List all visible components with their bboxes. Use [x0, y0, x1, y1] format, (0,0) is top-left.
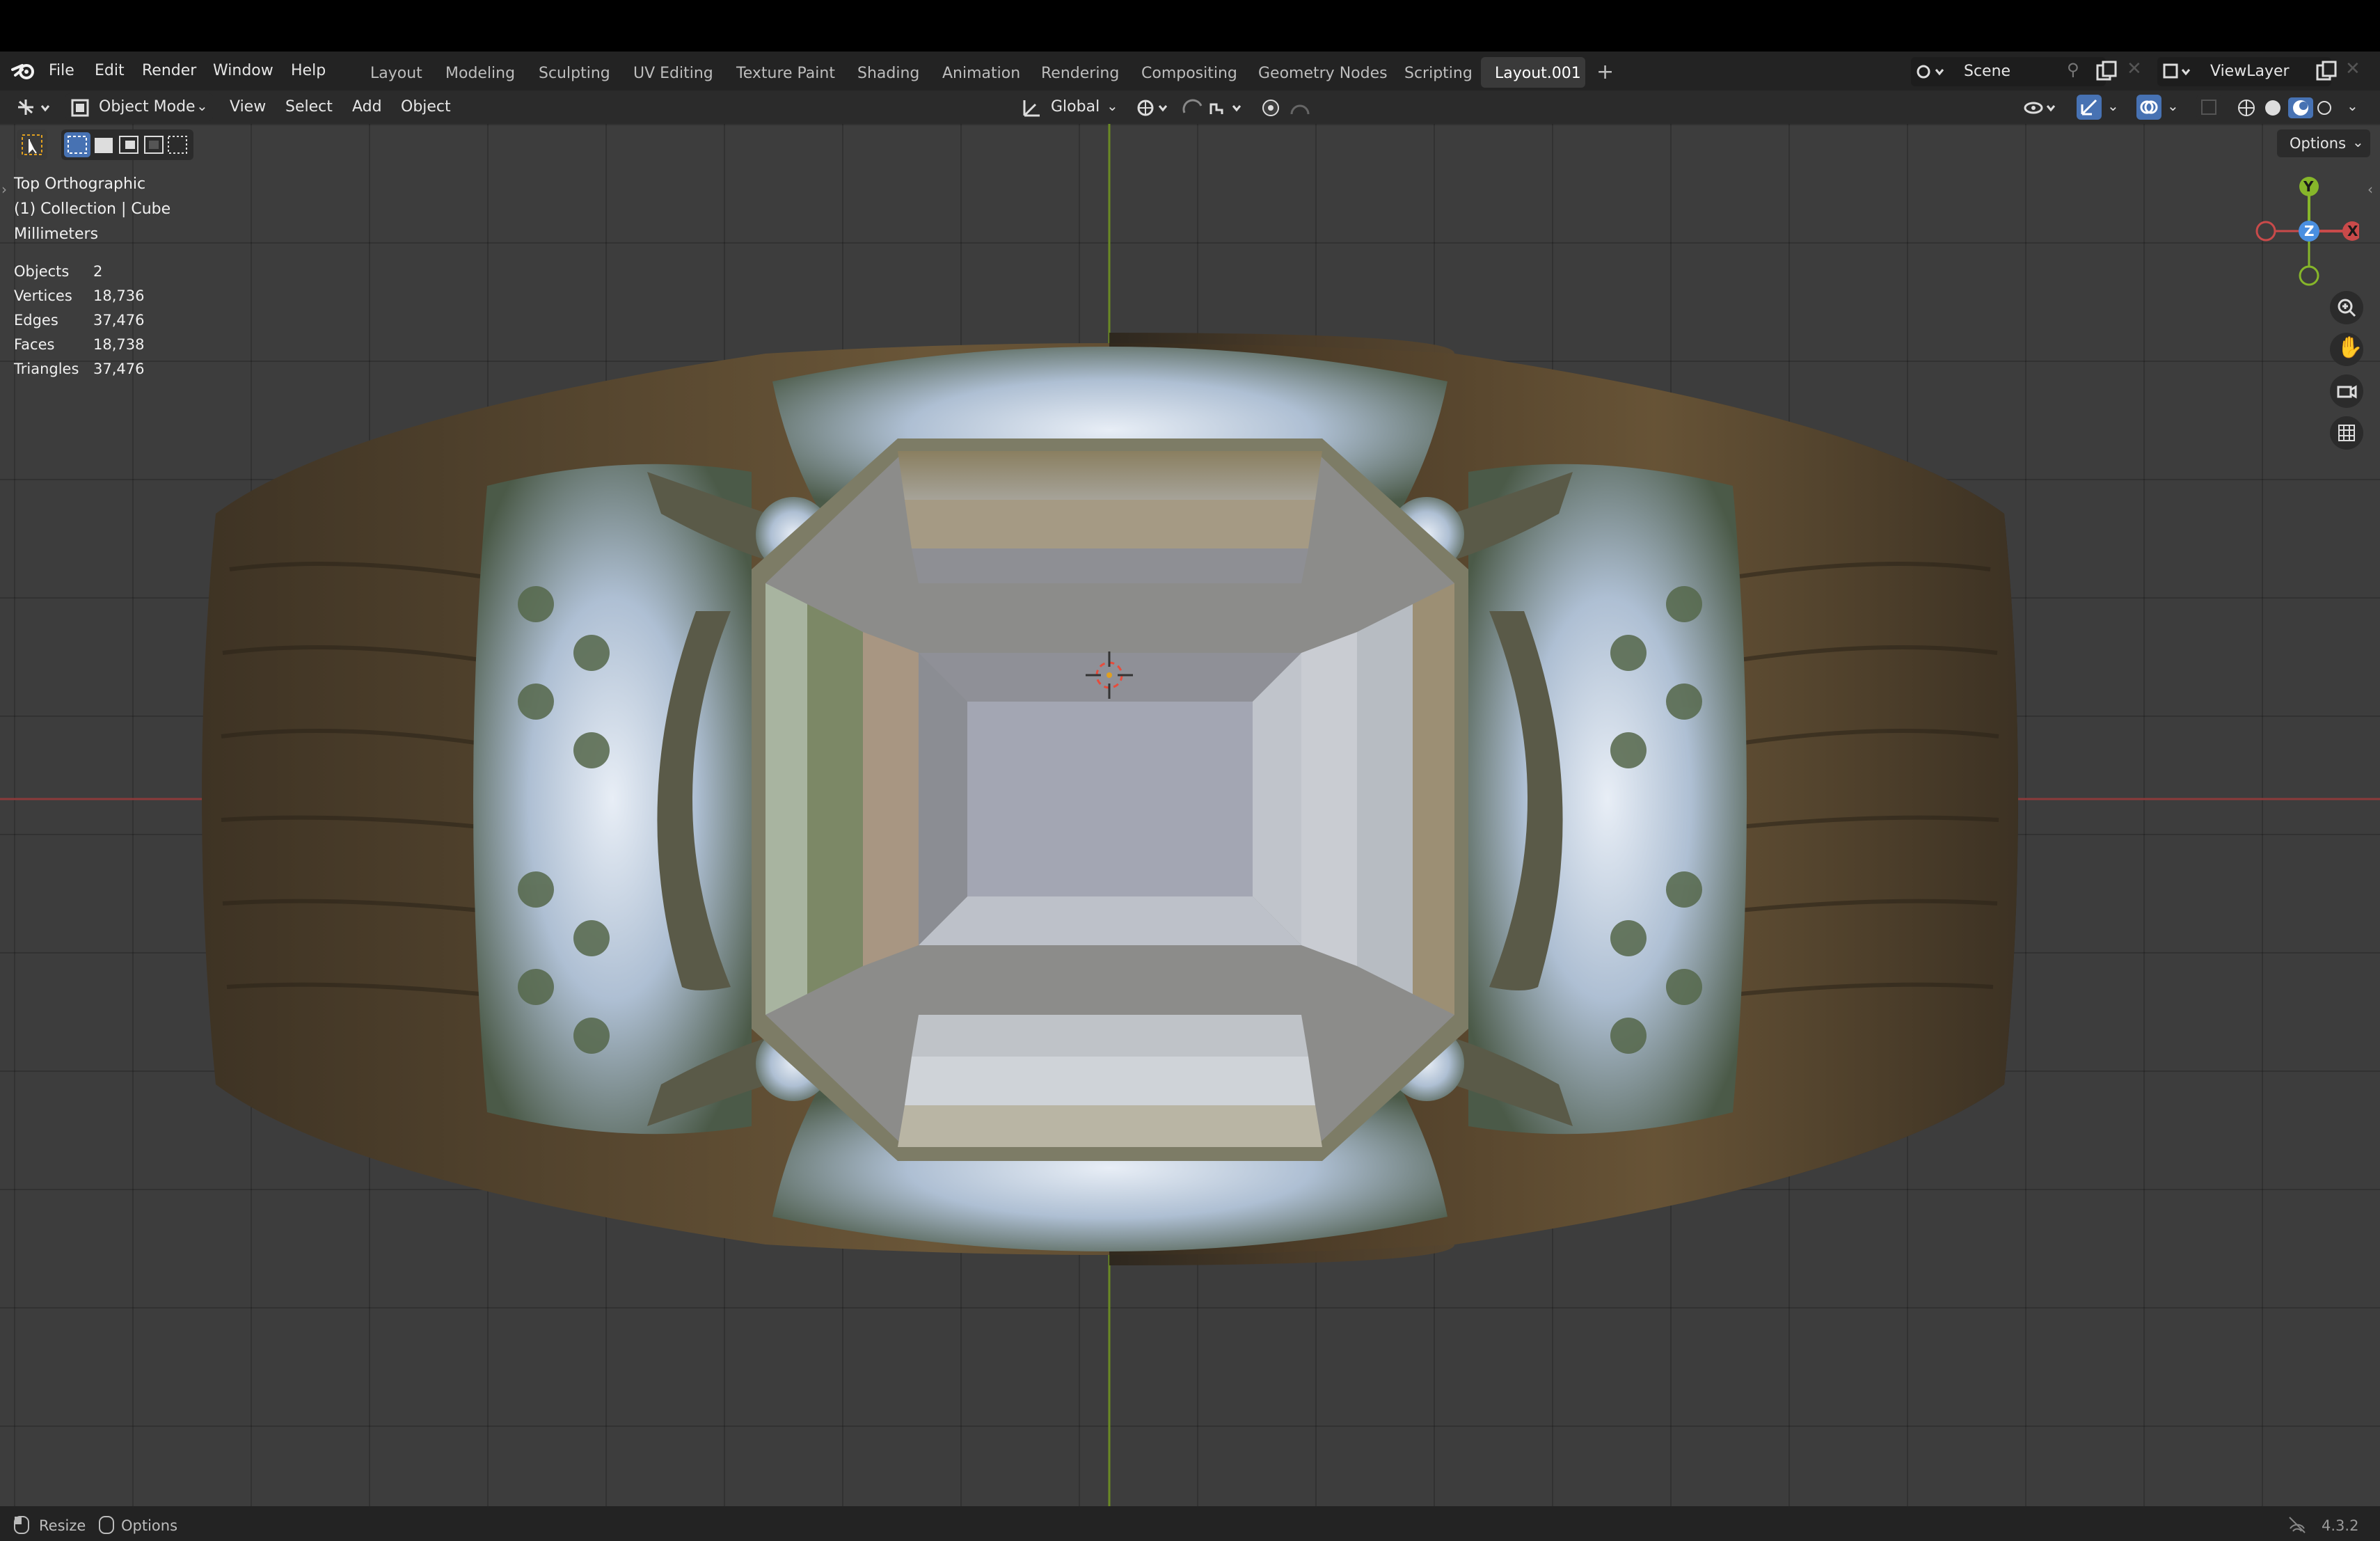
chevron-down-icon[interactable]: ⌄ — [2347, 97, 2358, 114]
grid-icon — [2338, 425, 2355, 441]
stat-value: 37,476 — [93, 361, 145, 377]
tab-rendering[interactable]: Rendering — [1041, 65, 1119, 82]
viewlayer-icon[interactable] — [2161, 61, 2193, 82]
scene-icon[interactable] — [1915, 61, 1947, 82]
stat-label: Faces — [14, 336, 55, 353]
pin-icon[interactable]: ⚲ — [2067, 60, 2079, 79]
menu-edit[interactable]: Edit — [95, 62, 125, 79]
tab-geometry-nodes[interactable]: Geometry Nodes — [1258, 65, 1388, 82]
tab-sculpting[interactable]: Sculpting — [539, 65, 610, 82]
shading-mode-group[interactable] — [2234, 96, 2331, 120]
status-bar — [0, 1506, 2380, 1541]
collection-info: (1) Collection | Cube — [14, 200, 171, 218]
navigation-gizmo[interactable]: Y Z X — [2248, 167, 2359, 292]
3d-viewport[interactable] — [0, 124, 2380, 1506]
hand-icon: ✋ — [2337, 335, 2363, 360]
menu-window[interactable]: Window — [213, 62, 273, 79]
chevron-down-icon[interactable]: ⌄ — [1106, 97, 1118, 114]
stat-label: Edges — [14, 312, 58, 329]
chevron-down-icon[interactable]: ⌄ — [2107, 97, 2119, 114]
version-label: 4.3.2 — [2322, 1517, 2359, 1534]
editor-type-icon[interactable] — [14, 95, 56, 120]
mouse-left-icon — [14, 1516, 29, 1534]
stat-label: Vertices — [14, 287, 72, 304]
selection-mode-icons[interactable] — [64, 132, 191, 157]
options-label[interactable]: Options — [2290, 135, 2346, 152]
tab-animation[interactable]: Animation — [942, 65, 1020, 82]
xray-icon — [2201, 100, 2216, 115]
stat-label: Triangles — [14, 361, 79, 377]
proportional-editing-icon[interactable] — [1260, 96, 1322, 120]
pivot-point-icon[interactable] — [1134, 96, 1176, 120]
mode-label: Object Mode — [99, 98, 196, 116]
gizmo-icon — [2081, 99, 2097, 116]
tab-texture-paint[interactable]: Texture Paint — [736, 65, 835, 82]
overlays-icon — [2140, 100, 2158, 114]
zoom-icon — [2338, 299, 2356, 317]
tab-shading[interactable]: Shading — [857, 65, 919, 82]
visibility-icon[interactable] — [2022, 96, 2064, 120]
stat-value: 37,476 — [93, 312, 145, 329]
tab-layout-001[interactable]: Layout.001 — [1495, 65, 1581, 82]
header-menu-select[interactable]: Select — [285, 98, 333, 116]
tab-modeling[interactable]: Modeling — [445, 65, 515, 82]
stat-value: 2 — [93, 263, 103, 280]
stat-value: 18,738 — [93, 336, 145, 353]
view-name: Top Orthographic — [14, 175, 146, 193]
transform-orientation-icon[interactable] — [1020, 96, 1044, 120]
menu-help[interactable]: Help — [291, 62, 326, 79]
scene-name[interactable]: Scene — [1964, 63, 2010, 80]
header-menu-object[interactable]: Object — [401, 98, 451, 116]
camera-icon — [2337, 385, 2357, 399]
orientation-label[interactable]: Global — [1051, 98, 1100, 116]
tab-uv-editing[interactable]: UV Editing — [633, 65, 713, 82]
menu-render[interactable]: Render — [142, 62, 196, 79]
tab-compositing[interactable]: Compositing — [1141, 65, 1237, 82]
menu-file[interactable]: File — [49, 62, 74, 79]
delete-viewlayer-icon[interactable]: ✕ — [2345, 58, 2361, 79]
object-mode-icon — [71, 99, 89, 117]
status-resize: Resize — [39, 1517, 86, 1534]
blender-logo-icon[interactable] — [11, 61, 38, 81]
viewport-scene — [0, 124, 2380, 1506]
3d-cursor-icon[interactable] — [1081, 647, 1137, 703]
snap-icon[interactable] — [1180, 96, 1257, 120]
select-box-icon — [22, 134, 42, 155]
toolbar-expand-icon[interactable]: › — [1, 181, 7, 198]
chevron-down-icon[interactable]: ⌄ — [2352, 134, 2364, 150]
add-workspace-icon[interactable]: + — [1596, 60, 1614, 84]
stat-label: Objects — [14, 263, 70, 280]
status-options: Options — [121, 1517, 178, 1534]
header-menu-add[interactable]: Add — [352, 98, 382, 116]
gizmo-z-label[interactable]: Z — [2304, 223, 2315, 239]
gizmo-y-label[interactable]: Y — [2303, 178, 2313, 195]
stat-value: 18,736 — [93, 287, 145, 304]
header-menu-view[interactable]: View — [230, 98, 266, 116]
sidebar-expand-icon[interactable]: ‹ — [2367, 181, 2373, 198]
new-viewlayer-icon[interactable] — [2315, 60, 2338, 84]
viewlayer-name[interactable]: ViewLayer — [2210, 63, 2290, 80]
new-scene-icon[interactable] — [2095, 60, 2118, 84]
chevron-down-icon: ⌄ — [196, 97, 208, 114]
unit-system: Millimeters — [14, 226, 99, 243]
delete-scene-icon[interactable]: ✕ — [2127, 58, 2142, 79]
tab-layout[interactable]: Layout — [370, 65, 422, 82]
mouse-right-icon — [99, 1516, 114, 1534]
chevron-down-icon[interactable]: ⌄ — [2167, 97, 2179, 114]
scene-statistics: Objects 2 Vertices 18,736 Edges 37,476 F… — [14, 263, 181, 388]
network-off-icon — [2289, 1517, 2306, 1533]
tab-scripting[interactable]: Scripting — [1404, 65, 1473, 82]
gizmo-x-label[interactable]: X — [2347, 223, 2358, 239]
